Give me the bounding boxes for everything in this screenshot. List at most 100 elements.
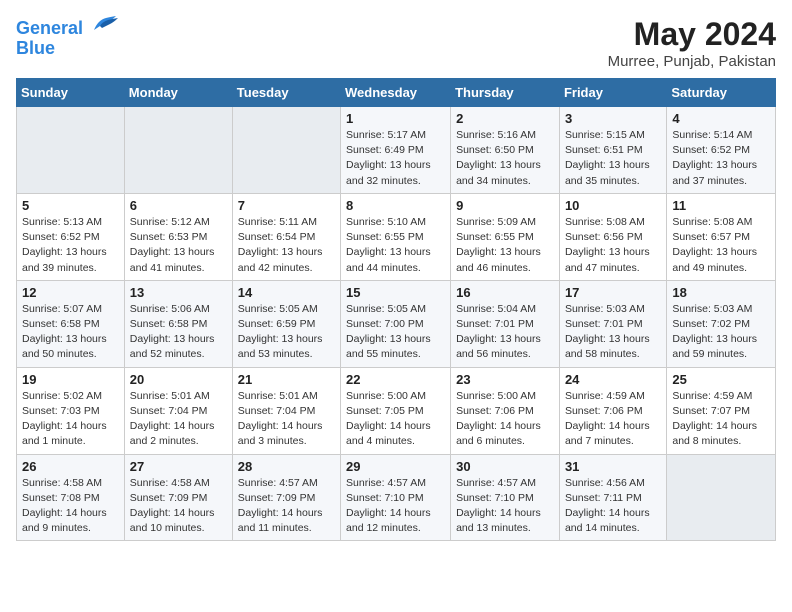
day-cell: 26Sunrise: 4:58 AMSunset: 7:08 PMDayligh… — [17, 454, 125, 541]
day-number: 13 — [130, 285, 227, 300]
day-number: 4 — [672, 111, 770, 126]
day-detail: Sunrise: 5:06 AMSunset: 6:58 PMDaylight:… — [130, 302, 227, 363]
day-cell: 12 Sunrise: 5:07 AMSunset: 6:58 PMDayligh… — [17, 280, 125, 367]
week-row-2: 5Sunrise: 5:13 AMSunset: 6:52 PMDaylight… — [17, 193, 776, 280]
day-number: 29 — [346, 459, 445, 474]
day-number: 12 — [22, 285, 119, 300]
day-number: 20 — [130, 372, 227, 387]
day-detail: Sunrise: 5:07 AMSunset: 6:58 PMDaylight:… — [22, 302, 119, 363]
day-cell: 21Sunrise: 5:01 AMSunset: 7:04 PMDayligh… — [232, 367, 340, 454]
day-detail: Sunrise: 5:12 AMSunset: 6:53 PMDaylight:… — [130, 215, 227, 276]
day-number: 21 — [238, 372, 335, 387]
day-detail: Sunrise: 4:57 AMSunset: 7:10 PMDaylight:… — [456, 476, 554, 537]
day-cell: 5Sunrise: 5:13 AMSunset: 6:52 PMDaylight… — [17, 193, 125, 280]
location: Murree, Punjab, Pakistan — [608, 53, 776, 70]
day-number: 1 — [346, 111, 445, 126]
calendar-header-row: SundayMondayTuesdayWednesdayThursdayFrid… — [17, 79, 776, 107]
page-header: General Blue May 2024 Murree, Punjab, Pa… — [16, 16, 776, 70]
day-number: 9 — [456, 198, 554, 213]
column-header-monday: Monday — [124, 79, 232, 107]
logo: General Blue — [16, 16, 118, 59]
day-cell — [667, 454, 776, 541]
logo-text: General Blue — [16, 16, 118, 59]
day-detail: Sunrise: 5:09 AMSunset: 6:55 PMDaylight:… — [456, 215, 554, 276]
column-header-tuesday: Tuesday — [232, 79, 340, 107]
day-cell: 9 Sunrise: 5:09 AMSunset: 6:55 PMDaylight… — [451, 193, 560, 280]
column-header-wednesday: Wednesday — [341, 79, 451, 107]
week-row-5: 26Sunrise: 4:58 AMSunset: 7:08 PMDayligh… — [17, 454, 776, 541]
day-detail: Sunrise: 4:57 AMSunset: 7:09 PMDaylight:… — [238, 476, 335, 537]
day-detail: Sunrise: 5:01 AMSunset: 7:04 PMDaylight:… — [130, 389, 227, 450]
day-detail: Sunrise: 5:04 AMSunset: 7:01 PMDaylight:… — [456, 302, 554, 363]
day-cell: 28Sunrise: 4:57 AMSunset: 7:09 PMDayligh… — [232, 454, 340, 541]
day-cell: 15Sunrise: 5:05 AMSunset: 7:00 PMDayligh… — [341, 280, 451, 367]
day-cell: 27 Sunrise: 4:58 AMSunset: 7:09 PMDayligh… — [124, 454, 232, 541]
day-cell: 23 Sunrise: 5:00 AMSunset: 7:06 PMDayligh… — [451, 367, 560, 454]
day-number: 6 — [130, 198, 227, 213]
day-number: 22 — [346, 372, 445, 387]
day-cell: 13 Sunrise: 5:06 AMSunset: 6:58 PMDayligh… — [124, 280, 232, 367]
day-number: 15 — [346, 285, 445, 300]
day-number: 11 — [672, 198, 770, 213]
day-number: 26 — [22, 459, 119, 474]
column-header-saturday: Saturday — [667, 79, 776, 107]
column-header-thursday: Thursday — [451, 79, 560, 107]
day-cell: 20 Sunrise: 5:01 AMSunset: 7:04 PMDayligh… — [124, 367, 232, 454]
day-cell: 31Sunrise: 4:56 AMSunset: 7:11 PMDayligh… — [559, 454, 666, 541]
day-number: 2 — [456, 111, 554, 126]
month-title: May 2024 — [608, 16, 776, 53]
day-cell: 1 Sunrise: 5:17 AMSunset: 6:49 PMDaylight… — [341, 107, 451, 194]
day-detail: Sunrise: 4:58 AMSunset: 7:09 PMDaylight:… — [130, 476, 227, 537]
day-number: 18 — [672, 285, 770, 300]
day-cell: 24 Sunrise: 4:59 AMSunset: 7:06 PMDayligh… — [559, 367, 666, 454]
day-cell: 8 Sunrise: 5:10 AMSunset: 6:55 PMDaylight… — [341, 193, 451, 280]
day-detail: Sunrise: 5:17 AMSunset: 6:49 PMDaylight:… — [346, 128, 445, 189]
day-cell: 3 Sunrise: 5:15 AMSunset: 6:51 PMDaylight… — [559, 107, 666, 194]
day-number: 16 — [456, 285, 554, 300]
week-row-4: 19Sunrise: 5:02 AMSunset: 7:03 PMDayligh… — [17, 367, 776, 454]
day-number: 7 — [238, 198, 335, 213]
column-header-sunday: Sunday — [17, 79, 125, 107]
calendar-table: SundayMondayTuesdayWednesdayThursdayFrid… — [16, 78, 776, 541]
day-detail: Sunrise: 5:08 AMSunset: 6:57 PMDaylight:… — [672, 215, 770, 276]
day-cell: 4 Sunrise: 5:14 AMSunset: 6:52 PMDaylight… — [667, 107, 776, 194]
day-cell: 17 Sunrise: 5:03 AMSunset: 7:01 PMDayligh… — [559, 280, 666, 367]
day-number: 17 — [565, 285, 661, 300]
day-detail: Sunrise: 5:10 AMSunset: 6:55 PMDaylight:… — [346, 215, 445, 276]
day-number: 3 — [565, 111, 661, 126]
day-cell: 22 Sunrise: 5:00 AMSunset: 7:05 PMDayligh… — [341, 367, 451, 454]
day-cell: 10 Sunrise: 5:08 AMSunset: 6:56 PMDayligh… — [559, 193, 666, 280]
day-number: 23 — [456, 372, 554, 387]
day-detail: Sunrise: 4:56 AMSunset: 7:11 PMDaylight:… — [565, 476, 661, 537]
day-number: 24 — [565, 372, 661, 387]
day-number: 8 — [346, 198, 445, 213]
day-cell: 11 Sunrise: 5:08 AMSunset: 6:57 PMDayligh… — [667, 193, 776, 280]
day-detail: Sunrise: 5:03 AMSunset: 7:01 PMDaylight:… — [565, 302, 661, 363]
day-detail: Sunrise: 5:14 AMSunset: 6:52 PMDaylight:… — [672, 128, 770, 189]
day-detail: Sunrise: 5:00 AMSunset: 7:06 PMDaylight:… — [456, 389, 554, 450]
day-cell: 6 Sunrise: 5:12 AMSunset: 6:53 PMDaylight… — [124, 193, 232, 280]
day-detail: Sunrise: 4:59 AMSunset: 7:06 PMDaylight:… — [565, 389, 661, 450]
logo-bird-icon — [90, 12, 118, 34]
day-detail: Sunrise: 5:15 AMSunset: 6:51 PMDaylight:… — [565, 128, 661, 189]
day-detail: Sunrise: 5:03 AMSunset: 7:02 PMDaylight:… — [672, 302, 770, 363]
day-number: 5 — [22, 198, 119, 213]
calendar-body: 1 Sunrise: 5:17 AMSunset: 6:49 PMDaylight… — [17, 107, 776, 541]
day-detail: Sunrise: 5:00 AMSunset: 7:05 PMDaylight:… — [346, 389, 445, 450]
day-number: 30 — [456, 459, 554, 474]
day-number: 27 — [130, 459, 227, 474]
day-number: 25 — [672, 372, 770, 387]
day-cell: 18 Sunrise: 5:03 AMSunset: 7:02 PMDayligh… — [667, 280, 776, 367]
week-row-3: 12 Sunrise: 5:07 AMSunset: 6:58 PMDayligh… — [17, 280, 776, 367]
day-cell: 19Sunrise: 5:02 AMSunset: 7:03 PMDayligh… — [17, 367, 125, 454]
day-cell: 16 Sunrise: 5:04 AMSunset: 7:01 PMDayligh… — [451, 280, 560, 367]
title-block: May 2024 Murree, Punjab, Pakistan — [608, 16, 776, 70]
day-cell: 7Sunrise: 5:11 AMSunset: 6:54 PMDaylight… — [232, 193, 340, 280]
day-detail: Sunrise: 5:08 AMSunset: 6:56 PMDaylight:… — [565, 215, 661, 276]
day-detail: Sunrise: 5:02 AMSunset: 7:03 PMDaylight:… — [22, 389, 119, 450]
day-cell: 2Sunrise: 5:16 AMSunset: 6:50 PMDaylight… — [451, 107, 560, 194]
day-number: 10 — [565, 198, 661, 213]
day-cell: 25Sunrise: 4:59 AMSunset: 7:07 PMDayligh… — [667, 367, 776, 454]
day-detail: Sunrise: 5:05 AMSunset: 6:59 PMDaylight:… — [238, 302, 335, 363]
day-detail: Sunrise: 4:57 AMSunset: 7:10 PMDaylight:… — [346, 476, 445, 537]
